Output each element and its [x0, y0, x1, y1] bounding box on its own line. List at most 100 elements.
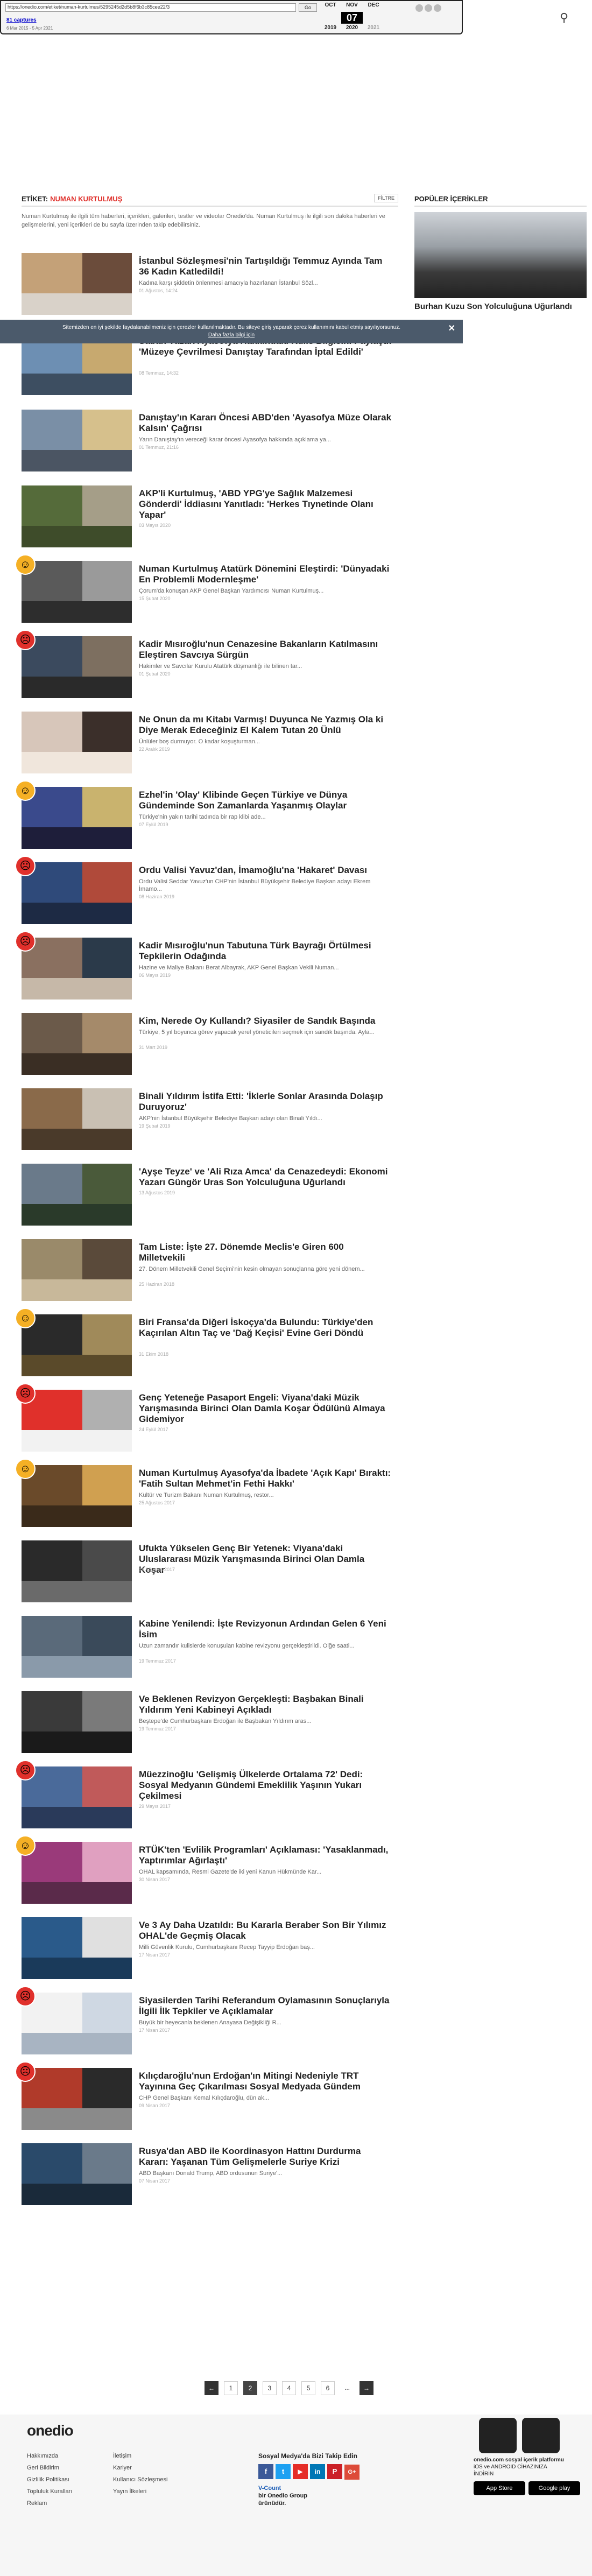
article-thumbnail[interactable] [22, 787, 132, 849]
page-6[interactable]: 6 [321, 2381, 335, 2395]
article-title[interactable]: Kim, Nerede Oy Kullandı? Siyasiler de Sa… [139, 1016, 392, 1026]
article-card[interactable]: ☹ Kadir Mısıroğlu'nun Tabutuna Türk Bayra… [15, 931, 393, 1002]
article-card[interactable]: ☺ Ezhel'in 'Olay' Klibinde Geçen Türkiye … [15, 780, 393, 851]
article-thumbnail[interactable] [22, 2068, 132, 2130]
article-thumbnail[interactable] [22, 1616, 132, 1678]
page-3[interactable]: 3 [263, 2381, 277, 2395]
page-1[interactable]: 1 [224, 2381, 238, 2395]
wayback-go-button[interactable]: Go [299, 3, 317, 12]
footer-link[interactable]: Gizlilik Politikası [27, 2474, 72, 2486]
close-icon[interactable] [434, 4, 441, 12]
article-title[interactable]: Numan Kurtulmuş Atatürk Dönemini Eleştir… [139, 564, 392, 585]
article-thumbnail[interactable] [22, 1088, 132, 1150]
footer-link[interactable]: Kariyer [113, 2462, 168, 2474]
article-card[interactable]: ☹ Genç Yeteneğe Pasaport Engeli: Viyana'd… [15, 1383, 393, 1454]
article-title[interactable]: Kılıçdaroğlu'nun Erdoğan'ın Mitingi Nede… [139, 2071, 392, 2092]
article-card[interactable]: ☺ Numan Kurtulmuş Atatürk Dönemini Eleşti… [15, 554, 393, 625]
footer-link[interactable]: Hakkımızda [27, 2450, 72, 2462]
twitter-icon[interactable]: t [276, 2464, 291, 2479]
article-thumbnail[interactable] [22, 485, 132, 547]
help-icon[interactable] [425, 4, 432, 12]
article-card[interactable]: ☹ Müezzinoğlu 'Gelişmiş Ülkelerde Ortalam… [15, 1760, 393, 1831]
article-title[interactable]: İstanbul Sözleşmesi'nin Tartışıldığı Tem… [139, 256, 392, 277]
article-card[interactable]: ☺ RTÜK'ten 'Evlilik Programları' Açıklama… [15, 1835, 393, 1906]
article-title[interactable]: Kabine Yenilendi: İşte Revizyonun Ardınd… [139, 1618, 392, 1640]
prev-page-button[interactable]: ← [205, 2381, 219, 2395]
article-title[interactable]: Tam Liste: İşte 27. Dönemde Meclis'e Gir… [139, 1242, 392, 1263]
year-next[interactable]: 2021 [363, 25, 384, 31]
footer-link[interactable]: Geri Bildirim [27, 2462, 72, 2474]
article-title[interactable]: Kadir Mısıroğlu'nun Cenazesine Bakanları… [139, 639, 392, 660]
googleplus-icon[interactable]: G+ [344, 2465, 360, 2480]
page-2[interactable]: 2 [243, 2381, 257, 2395]
article-card[interactable]: 'Ayşe Teyze' ve 'Ali Rıza Amca' da Cenaz… [22, 1164, 393, 1228]
article-card[interactable]: ☹ Kadir Mısıroğlu'nun Cenazesine Bakanlar… [15, 630, 393, 701]
article-title[interactable]: 'Ayşe Teyze' ve 'Ali Rıza Amca' da Cenaz… [139, 1166, 392, 1188]
article-thumbnail[interactable] [22, 1917, 132, 1979]
article-card[interactable]: Danıştay'ın Kararı Öncesi ABD'den 'Ayaso… [22, 410, 393, 474]
article-card[interactable]: Ve Beklenen Revizyon Gerçekleşti: Başbak… [22, 1691, 393, 1756]
article-thumbnail[interactable] [22, 712, 132, 773]
youtube-icon[interactable]: ▶ [293, 2464, 308, 2479]
article-title[interactable]: Ezhel'in 'Olay' Klibinde Geçen Türkiye v… [139, 790, 392, 811]
footer-link[interactable]: İletişim [113, 2450, 168, 2462]
month-prev[interactable]: OCT [320, 2, 341, 8]
article-card[interactable]: Kabine Yenilendi: İşte Revizyonun Ardınd… [22, 1616, 393, 1680]
article-title[interactable]: Danıştay'ın Kararı Öncesi ABD'den 'Ayaso… [139, 412, 392, 434]
wayback-captures-link[interactable]: 81 captures [6, 17, 37, 23]
article-card[interactable]: ☹ Kılıçdaroğlu'nun Erdoğan'ın Mitingi Ned… [15, 2061, 393, 2132]
month-next[interactable]: DEC [363, 2, 384, 8]
article-thumbnail[interactable] [22, 1691, 132, 1753]
article-thumbnail[interactable] [22, 1013, 132, 1075]
article-card[interactable]: Ve 3 Ay Daha Uzatıldı: Bu Kararla Berabe… [22, 1917, 393, 1982]
close-icon[interactable]: ✕ [448, 325, 455, 333]
article-card[interactable]: Tam Liste: İşte 27. Dönemde Meclis'e Gir… [22, 1239, 393, 1304]
article-card[interactable]: Rusya'dan ABD ile Koordinasyon Hattını D… [22, 2143, 393, 2208]
article-thumbnail[interactable] [22, 253, 132, 315]
pinterest-icon[interactable]: P [327, 2464, 342, 2479]
article-title[interactable]: AKP'li Kurtulmuş, 'ABD YPG'ye Sağlık Mal… [139, 488, 392, 520]
article-title[interactable]: Genç Yeteneğe Pasaport Engeli: Viyana'da… [139, 1392, 392, 1425]
footer-link[interactable]: Kullanıcı Sözleşmesi [113, 2474, 168, 2486]
article-title[interactable]: Ve 3 Ay Daha Uzatıldı: Bu Kararla Berabe… [139, 1920, 392, 1941]
year-prev[interactable]: 2019 [320, 25, 341, 31]
article-card[interactable]: İstanbul Sözleşmesi'nin Tartışıldığı Tem… [22, 253, 393, 318]
footer-link[interactable]: Topluluk Kuralları [27, 2486, 72, 2497]
filter-button[interactable]: FİLTRE [374, 194, 398, 202]
wayback-url-input[interactable]: https://onedio.com/etiket/numan-kurtulmu… [5, 3, 296, 12]
article-card[interactable]: ☺ Numan Kurtulmuş Ayasofya'da İbadete 'Aç… [15, 1459, 393, 1530]
facebook-icon[interactable]: f [258, 2464, 273, 2479]
article-thumbnail[interactable] [22, 1842, 132, 1904]
popular-image[interactable] [414, 212, 587, 298]
article-thumbnail[interactable] [22, 1540, 132, 1602]
footer-link[interactable]: Yayın İlkeleri [113, 2486, 168, 2497]
article-thumbnail[interactable] [22, 1390, 132, 1452]
popular-item-title[interactable]: Burhan Kuzu Son Yolculuğuna Uğurlandı [414, 301, 587, 312]
article-card[interactable]: Ufukta Yükselen Genç Bir Yetenek: Viyana… [22, 1540, 393, 1605]
app-store-button[interactable]: App Store [474, 2481, 525, 2495]
article-thumbnail[interactable] [22, 862, 132, 924]
footer-brand[interactable]: onedio [27, 2422, 74, 2439]
article-title[interactable]: Biri Fransa'da Diğeri İskoçya'da Bulundu… [139, 1317, 392, 1339]
next-page-button[interactable]: → [360, 2381, 373, 2395]
article-thumbnail[interactable] [22, 1993, 132, 2054]
cookie-link[interactable]: Daha fazla bilgi için [0, 332, 463, 339]
article-thumbnail[interactable] [22, 1314, 132, 1376]
article-card[interactable]: Kim, Nerede Oy Kullandı? Siyasiler de Sa… [22, 1013, 393, 1078]
article-card[interactable]: ☺ Biri Fransa'da Diğeri İskoçya'da Bulund… [15, 1308, 393, 1379]
article-card[interactable]: ☹ Ordu Valisi Yavuz'dan, İmamoğlu'na 'Hak… [15, 856, 393, 927]
article-thumbnail[interactable] [22, 1766, 132, 1828]
article-card[interactable]: AKP'li Kurtulmuş, 'ABD YPG'ye Sağlık Mal… [22, 485, 393, 550]
page-5[interactable]: 5 [301, 2381, 315, 2395]
article-thumbnail[interactable] [22, 1239, 132, 1301]
footer-link[interactable]: Reklam [27, 2497, 72, 2509]
article-thumbnail[interactable] [22, 410, 132, 471]
article-card[interactable]: Binali Yıldırım İstifa Etti: 'İklerle So… [22, 1088, 393, 1153]
article-title[interactable]: Numan Kurtulmuş Ayasofya'da İbadete 'Açı… [139, 1468, 392, 1489]
article-thumbnail[interactable] [22, 1164, 132, 1226]
article-title[interactable]: Rusya'dan ABD ile Koordinasyon Hattını D… [139, 2146, 392, 2167]
article-title[interactable]: Binali Yıldırım İstifa Etti: 'İklerle So… [139, 1091, 392, 1113]
article-title[interactable]: Siyasilerden Tarihi Referandum Oylamasın… [139, 1995, 392, 2017]
article-thumbnail[interactable] [22, 636, 132, 698]
vcount-link[interactable]: V-Count [258, 2484, 307, 2492]
